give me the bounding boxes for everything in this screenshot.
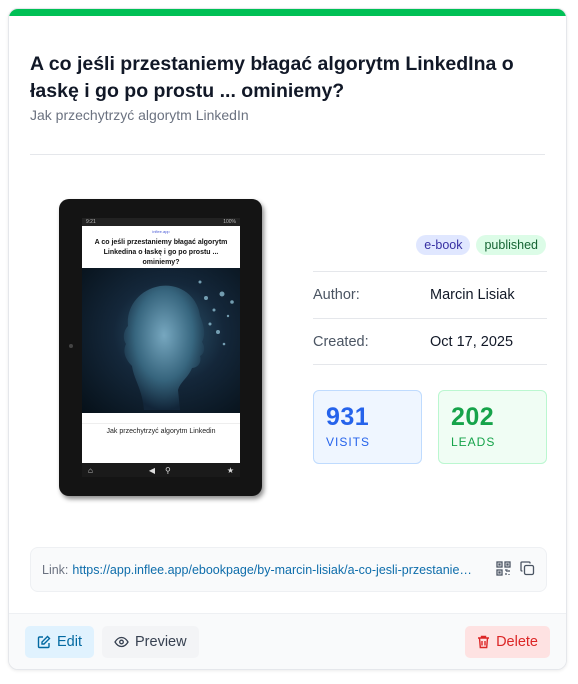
back-icon: ◀ [148,465,155,475]
ebook-title: A co jeśli przestaniemy błagać algorytm … [30,53,514,102]
qr-code-icon[interactable] [496,560,511,579]
cover-subtitle: Jak przechytrzyć algorytm Linkedin [82,423,240,435]
cover-logo: inflee.app [152,228,170,234]
search-icon: ⚲ [164,465,171,475]
eye-icon [114,636,129,648]
created-value: Oct 17, 2025 [430,333,514,350]
ebook-link[interactable]: https://app.inflee.app/ebookpage/by-marc… [72,563,476,577]
copy-icon[interactable] [520,560,535,579]
leads-stat: 202 LEADS [438,390,547,464]
home-icon: ⌂ [88,465,93,475]
star-icon: ★ [226,465,234,475]
divider [30,154,545,155]
visits-label: VISITS [326,435,371,449]
tablet-nav-bar: ⌂ ◀ ⚲ ★ [82,463,240,477]
ebook-cover-preview: 9:21 100% inflee.app A co jeśli przestan… [59,199,262,496]
card-footer: Edit Preview Delete [9,613,566,669]
preview-label: Preview [135,634,187,650]
leads-label: LEADS [451,435,496,449]
created-label: Created: [313,333,369,350]
created-row: Created: Oct 17, 2025 [313,318,547,365]
tablet-status-bar: 9:21 100% [82,218,240,226]
author-value: Marcin Lisiak [430,287,515,303]
visits-count: 931 [326,403,370,431]
tablet-screen: 9:21 100% inflee.app A co jeśli przestan… [82,218,240,477]
preview-button[interactable]: Preview [102,626,199,658]
cover-title: A co jeśli przestaniemy błagać algorytm … [94,239,228,266]
cover-artwork-head-image [82,268,240,413]
badges: e-book published [416,235,546,255]
status-badge: published [476,235,546,255]
link-box: Link: https://app.inflee.app/ebookpage/b… [30,547,547,592]
status-time: 9:21 [86,219,96,225]
trash-icon [478,635,490,649]
ebook-card: A co jeśli przestaniemy błagać algorytm … [8,8,567,670]
accent-bar [9,9,566,16]
leads-count: 202 [451,403,495,431]
ebook-subtitle: Jak przechytrzyć algorytm LinkedIn [30,107,249,123]
visits-stat: 931 VISITS [313,390,422,464]
author-label: Author: [313,287,360,303]
delete-button[interactable]: Delete [465,626,550,658]
delete-label: Delete [496,634,538,650]
status-battery: 100% [223,219,236,225]
head-silhouette-icon [123,280,234,410]
tablet-camera [69,344,73,348]
edit-label: Edit [57,634,82,650]
edit-icon [37,635,51,649]
author-row: Author: Marcin Lisiak [313,271,547,318]
link-label: Link: [42,562,69,577]
edit-button[interactable]: Edit [25,626,94,658]
type-badge: e-book [416,235,471,255]
